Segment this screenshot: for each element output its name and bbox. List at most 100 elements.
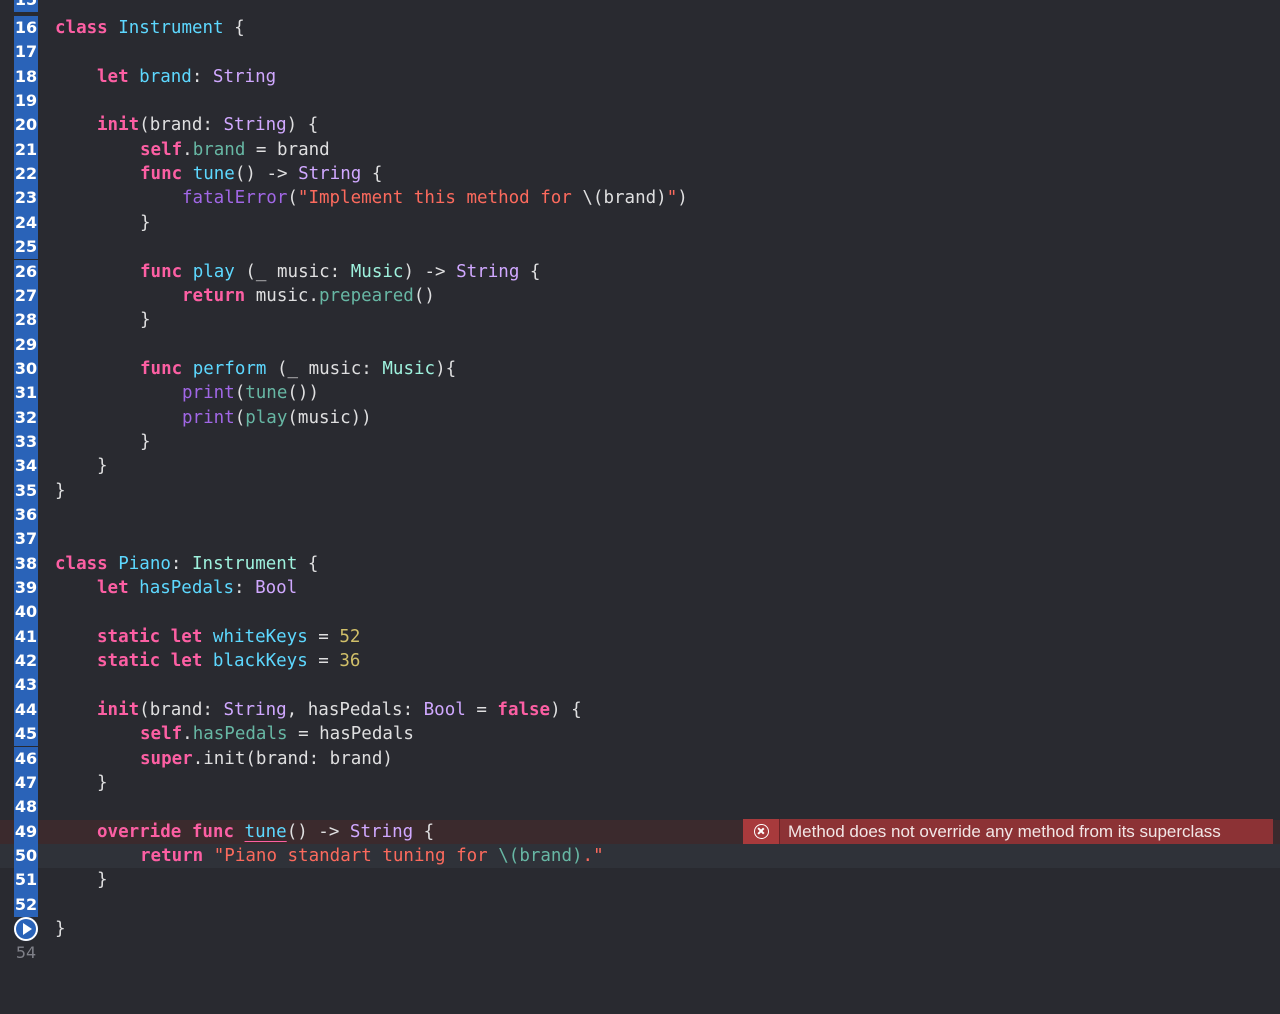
line-number[interactable]: 54 [14, 941, 38, 965]
line-number[interactable]: 46 [14, 746, 38, 771]
code-line[interactable]: 45 self.hasPedals = hasPedals [0, 722, 1280, 747]
code-line[interactable]: 16 class Instrument { [0, 16, 1280, 41]
code-line[interactable]: 17 [0, 40, 1280, 65]
line-number[interactable]: 42 [14, 649, 38, 674]
code-line[interactable]: 35 } [0, 478, 1280, 503]
class-name: Piano [118, 553, 171, 574]
line-number[interactable]: 25 [14, 235, 38, 260]
line-number[interactable]: 51 [14, 868, 38, 893]
line-number[interactable]: 31 [14, 381, 38, 406]
line-number[interactable]: 39 [14, 576, 38, 601]
code-text: ) { [550, 699, 582, 720]
code-line[interactable]: 32 print(play(music)) [0, 405, 1280, 430]
line-number[interactable]: 36 [14, 503, 38, 528]
line-number[interactable]: 48 [14, 795, 38, 820]
code-line[interactable]: 26 func play (_ music: Music) -> String … [0, 259, 1280, 284]
code-line[interactable]: 22 func tune() -> String { [0, 162, 1280, 187]
code-line-current[interactable]: 50 return "Piano standart tuning for \(b… [0, 843, 1280, 869]
method-call: tune [245, 383, 288, 404]
code-line[interactable]: 23 fatalError("Implement this method for… [0, 186, 1280, 211]
line-number[interactable]: 32 [14, 405, 38, 430]
code-line[interactable]: 18 let brand: String [0, 64, 1280, 90]
code-line[interactable]: 47 } [0, 770, 1280, 796]
code-line[interactable]: 52 [0, 892, 1280, 917]
code-line[interactable]: 27 return music.prepeared() [0, 283, 1280, 309]
code-text: , hasPedals: [286, 699, 424, 720]
line-number[interactable]: 23 [14, 186, 38, 211]
code-line[interactable]: 33 } [0, 429, 1280, 455]
code-text: } [55, 480, 66, 501]
type-name: String [349, 821, 414, 842]
line-number[interactable]: 37 [14, 527, 38, 552]
line-number[interactable]: 24 [14, 210, 38, 236]
code-line[interactable]: 15 [0, 0, 1280, 13]
code-line[interactable]: 25 [0, 235, 1280, 260]
line-number[interactable]: 19 [14, 89, 38, 114]
type-name: Bool [255, 578, 298, 599]
line-number[interactable]: 35 [14, 478, 38, 503]
line-number[interactable]: 38 [14, 551, 38, 577]
code-line[interactable]: 39 let hasPedals: Bool [0, 576, 1280, 601]
line-number[interactable]: 52 [14, 892, 38, 917]
error-icon-box[interactable] [743, 819, 780, 844]
function-name: perform [192, 358, 267, 379]
code-line[interactable]: 21 self.brand = brand [0, 137, 1280, 163]
code-line[interactable]: 54 [0, 941, 1280, 965]
line-number[interactable]: 16 [14, 16, 38, 41]
line-number[interactable]: 34 [14, 454, 38, 479]
code-line[interactable]: 44 init(brand: String, hasPedals: Bool =… [0, 697, 1280, 723]
line-number[interactable]: 44 [14, 697, 38, 723]
line-number[interactable]: 20 [14, 113, 38, 138]
code-line[interactable]: 42 static let blackKeys = 36 [0, 649, 1280, 674]
line-number[interactable]: 40 [14, 600, 38, 625]
code-text: () -> [234, 164, 299, 185]
line-number[interactable]: 15 [14, 0, 38, 13]
code-line[interactable]: 30 func perform (_ music: Music){ [0, 356, 1280, 382]
code-line[interactable]: 20 init(brand: String) { [0, 113, 1280, 138]
type-name: String [456, 261, 520, 282]
code-line[interactable]: 37 [0, 527, 1280, 552]
code-line[interactable]: 28 } [0, 308, 1280, 333]
line-number[interactable]: 41 [14, 624, 38, 650]
code-line[interactable]: 29 [0, 332, 1280, 357]
code-line[interactable]: 51 } [0, 868, 1280, 893]
line-number[interactable]: 43 [14, 673, 38, 698]
code-text: ){ [435, 358, 457, 379]
line-number[interactable]: 18 [14, 64, 38, 90]
line-number[interactable]: 26 [14, 259, 38, 284]
error-annotation[interactable]: Method does not override any method from… [743, 819, 1273, 844]
code-line[interactable]: 40 [0, 600, 1280, 625]
code-line[interactable]: 43 [0, 673, 1280, 698]
line-number[interactable]: 22 [14, 162, 38, 187]
line-number[interactable]: 30 [14, 356, 38, 382]
code-line[interactable]: 38 class Piano: Instrument { [0, 551, 1280, 577]
run-play-icon[interactable] [14, 917, 38, 941]
code-line[interactable]: 36 [0, 503, 1280, 528]
code-line[interactable]: 34 } [0, 454, 1280, 479]
code-line[interactable]: 24 } [0, 210, 1280, 236]
line-number[interactable]: 45 [14, 722, 38, 747]
code-line[interactable]: 46 super.init(brand: brand) [0, 746, 1280, 771]
method-call: play [245, 407, 288, 428]
code-line[interactable]: 31 print(tune()) [0, 381, 1280, 406]
code-line[interactable]: 41 static let whiteKeys = 52 [0, 624, 1280, 650]
line-number[interactable]: 29 [14, 332, 38, 357]
keyword: class [55, 553, 108, 574]
line-number[interactable]: 50 [14, 843, 38, 869]
line-number[interactable]: 17 [14, 40, 38, 65]
line-number[interactable]: 28 [14, 308, 38, 333]
code-editor[interactable]: 15 16 class Instrument { 17 18 let brand… [0, 0, 1280, 970]
line-number[interactable]: 49 [14, 819, 38, 844]
code-text: ( [234, 383, 246, 404]
function-call: print [182, 383, 235, 404]
code-line[interactable]: 48 [0, 795, 1280, 820]
code-line[interactable]: 19 [0, 89, 1280, 114]
code-line[interactable]: } [0, 917, 1280, 941]
line-number[interactable]: 27 [14, 283, 38, 309]
line-number[interactable]: 21 [14, 137, 38, 163]
line-number[interactable]: 47 [14, 770, 38, 796]
line-number[interactable]: 33 [14, 429, 38, 455]
